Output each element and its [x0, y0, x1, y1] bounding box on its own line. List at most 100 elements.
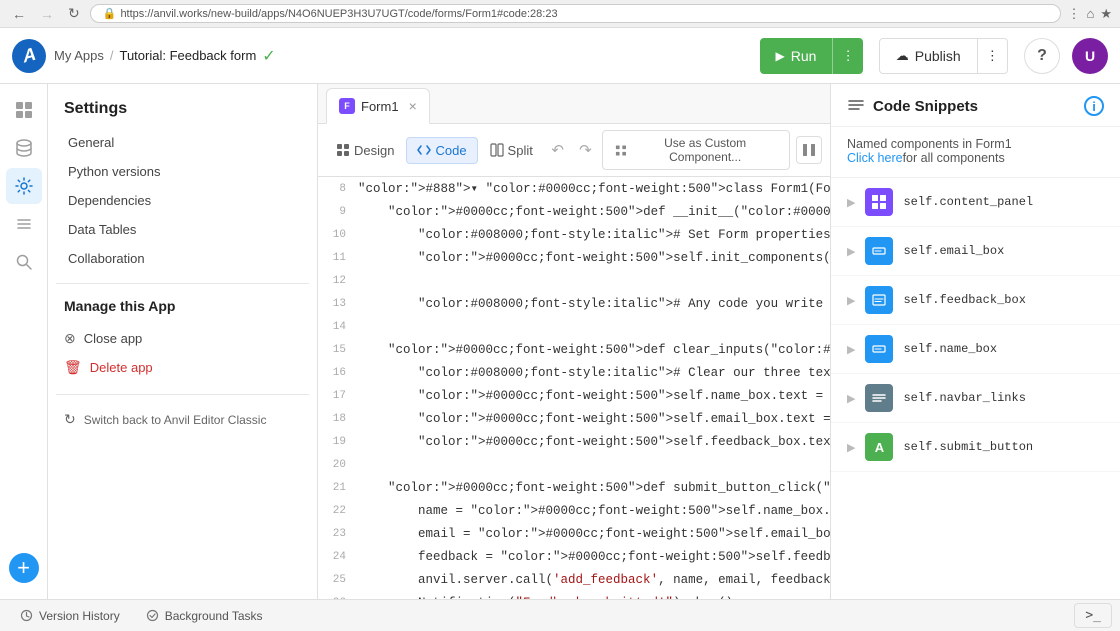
run-button[interactable]: ▶ Run: [760, 38, 833, 74]
code-line: 16 "color:#008000;font-style:italic"># C…: [318, 361, 830, 384]
breadcrumb-sep: /: [110, 48, 114, 63]
line-content: "color:">#0000cc;font-weight:500">self.i…: [358, 246, 830, 269]
nav-refresh-button[interactable]: ↻: [64, 3, 84, 24]
split-icon: [490, 143, 504, 157]
snippet-item-name-box[interactable]: ▶ self.name_box: [831, 325, 1120, 374]
delete-app-item[interactable]: 🗑 Delete app: [64, 353, 301, 382]
grid-toggle-button[interactable]: [796, 136, 822, 164]
breadcrumb-myapps[interactable]: My Apps: [54, 48, 104, 63]
avatar[interactable]: U: [1072, 38, 1108, 74]
code-line: 22 name = "color:">#0000cc;font-weight:5…: [318, 499, 830, 522]
code-line: 8"color:">#888">▾ "color:#0000cc;font-we…: [318, 177, 830, 200]
urlbar-action-1[interactable]: ⋮: [1067, 6, 1080, 22]
logo-letter: A: [21, 43, 37, 67]
line-content: anvil.server.call('add_feedback', name, …: [358, 568, 830, 591]
component-icon: [615, 144, 627, 157]
code-line: 20: [318, 453, 830, 476]
publish-label: Publish: [915, 48, 961, 64]
delete-app-label: Delete app: [90, 360, 153, 375]
snippet-expand-icon-1: ▶: [847, 196, 855, 209]
code-icon: [417, 143, 431, 157]
switch-icon: ↻: [64, 411, 76, 428]
settings-nav-datatables[interactable]: Data Tables: [56, 215, 309, 244]
code-button[interactable]: Code: [406, 137, 477, 164]
undo-button[interactable]: ↶: [545, 136, 571, 164]
snippet-item-submit-button[interactable]: ▶ A self.submit_button: [831, 423, 1120, 472]
line-content: "color:#008000;font-style:italic"># Any …: [358, 292, 830, 315]
snippet-expand-icon-6: ▶: [847, 441, 855, 454]
snippet-item-feedback-box[interactable]: ▶ self.feedback_box: [831, 276, 1120, 325]
app-logo[interactable]: A: [12, 39, 46, 73]
terminal-button[interactable]: >_: [1074, 603, 1112, 628]
tab-close-button[interactable]: ×: [409, 99, 417, 113]
editor-area: F Form1 × Design Code Split ↶ ↷: [318, 84, 830, 599]
line-content: feedback = "color:">#0000cc;font-weight:…: [358, 545, 830, 568]
line-number: 21: [318, 476, 358, 499]
background-tasks-tab[interactable]: Background Tasks: [134, 605, 275, 627]
settings-nav-general[interactable]: General: [56, 128, 309, 157]
snippet-expand-icon-2: ▶: [847, 245, 855, 258]
snippet-name-1: self.content_panel: [903, 195, 1033, 209]
code-line: 25 anvil.server.call('add_feedback', nam…: [318, 568, 830, 591]
line-number: 8: [318, 177, 358, 200]
snippet-item-navbar-links[interactable]: ▶ self.navbar_links: [831, 374, 1120, 423]
close-app-item[interactable]: ⊗ Close app: [64, 324, 301, 353]
url-text: https://anvil.works/new-build/apps/N4O6N…: [120, 8, 557, 20]
code-line: 14: [318, 315, 830, 338]
design-label: Design: [354, 143, 394, 158]
settings-nav-dependencies[interactable]: Dependencies: [56, 186, 309, 215]
form1-tab[interactable]: F Form1 ×: [326, 88, 430, 124]
line-content: "color:">#0000cc;font-weight:500">self.e…: [358, 407, 830, 430]
snippets-title-group: Code Snippets: [847, 97, 978, 115]
sidebar-icon-apps[interactable]: [6, 92, 42, 128]
project-status-check: ✓: [262, 46, 275, 66]
urlbar-action-3[interactable]: ★: [1100, 6, 1112, 22]
settings-panel: Settings General Python versions Depende…: [48, 84, 318, 599]
publish-more-button[interactable]: ⋮: [978, 38, 1008, 74]
code-line: 26 Notification("Feedback submitted!").s…: [318, 591, 830, 599]
sidebar-icon-add[interactable]: +: [9, 553, 39, 583]
urlbar-action-2[interactable]: ⌂: [1086, 6, 1094, 21]
nav-back-button[interactable]: ←: [8, 4, 30, 24]
publish-button[interactable]: ☁ Publish: [879, 38, 978, 74]
split-button[interactable]: Split: [480, 138, 543, 163]
snippets-info-icon[interactable]: i: [1084, 96, 1104, 116]
code-line: 12: [318, 269, 830, 292]
line-number: 12: [318, 269, 358, 292]
snippet-name-5: self.navbar_links: [903, 391, 1025, 405]
line-number: 24: [318, 545, 358, 568]
nav-forward-button[interactable]: →: [36, 4, 58, 24]
snippet-item-email-box[interactable]: ▶ self.email_box: [831, 227, 1120, 276]
design-button[interactable]: Design: [326, 138, 404, 163]
line-number: 10: [318, 223, 358, 246]
settings-nav-python[interactable]: Python versions: [56, 157, 309, 186]
line-number: 18: [318, 407, 358, 430]
snippets-desc-prefix: Named components in: [847, 137, 976, 151]
line-number: 25: [318, 568, 358, 591]
grid-icon: [802, 143, 816, 157]
redo-button[interactable]: ↷: [573, 136, 599, 164]
snippet-expand-icon-3: ▶: [847, 294, 855, 307]
snippet-name-2: self.email_box: [903, 244, 1004, 258]
snippets-for-all: for all components: [903, 151, 1005, 165]
snippet-name-4: self.name_box: [903, 342, 997, 356]
settings-nav-collaboration[interactable]: Collaboration: [56, 244, 309, 273]
background-tasks-label: Background Tasks: [165, 609, 263, 623]
settings-nav: General Python versions Dependencies Dat…: [48, 128, 317, 273]
switch-classic[interactable]: ↻ Switch back to Anvil Editor Classic: [48, 403, 317, 436]
help-button[interactable]: ?: [1024, 38, 1060, 74]
use-custom-component-button[interactable]: Use as Custom Component...: [602, 130, 790, 170]
code-editor[interactable]: 8"color:">#888">▾ "color:#0000cc;font-we…: [318, 177, 830, 599]
sidebar-icon-list[interactable]: [6, 206, 42, 242]
sidebar-icon-settings[interactable]: [6, 168, 42, 204]
snippets-click-here[interactable]: Click here: [847, 151, 903, 165]
snippets-header: Code Snippets i: [831, 84, 1120, 127]
line-content: "color:">#888">▾ "color:#0000cc;font-wei…: [358, 177, 830, 200]
sidebar-icon-data[interactable]: [6, 130, 42, 166]
url-bar: ← → ↻ 🔒 https://anvil.works/new-build/ap…: [0, 0, 1120, 28]
snippet-icon-4: [865, 335, 893, 363]
snippet-item-content-panel[interactable]: ▶ self.content_panel: [831, 178, 1120, 227]
sidebar-icon-search[interactable]: [6, 244, 42, 280]
version-history-tab[interactable]: Version History: [8, 605, 132, 627]
run-more-button[interactable]: ⋮: [832, 38, 862, 74]
